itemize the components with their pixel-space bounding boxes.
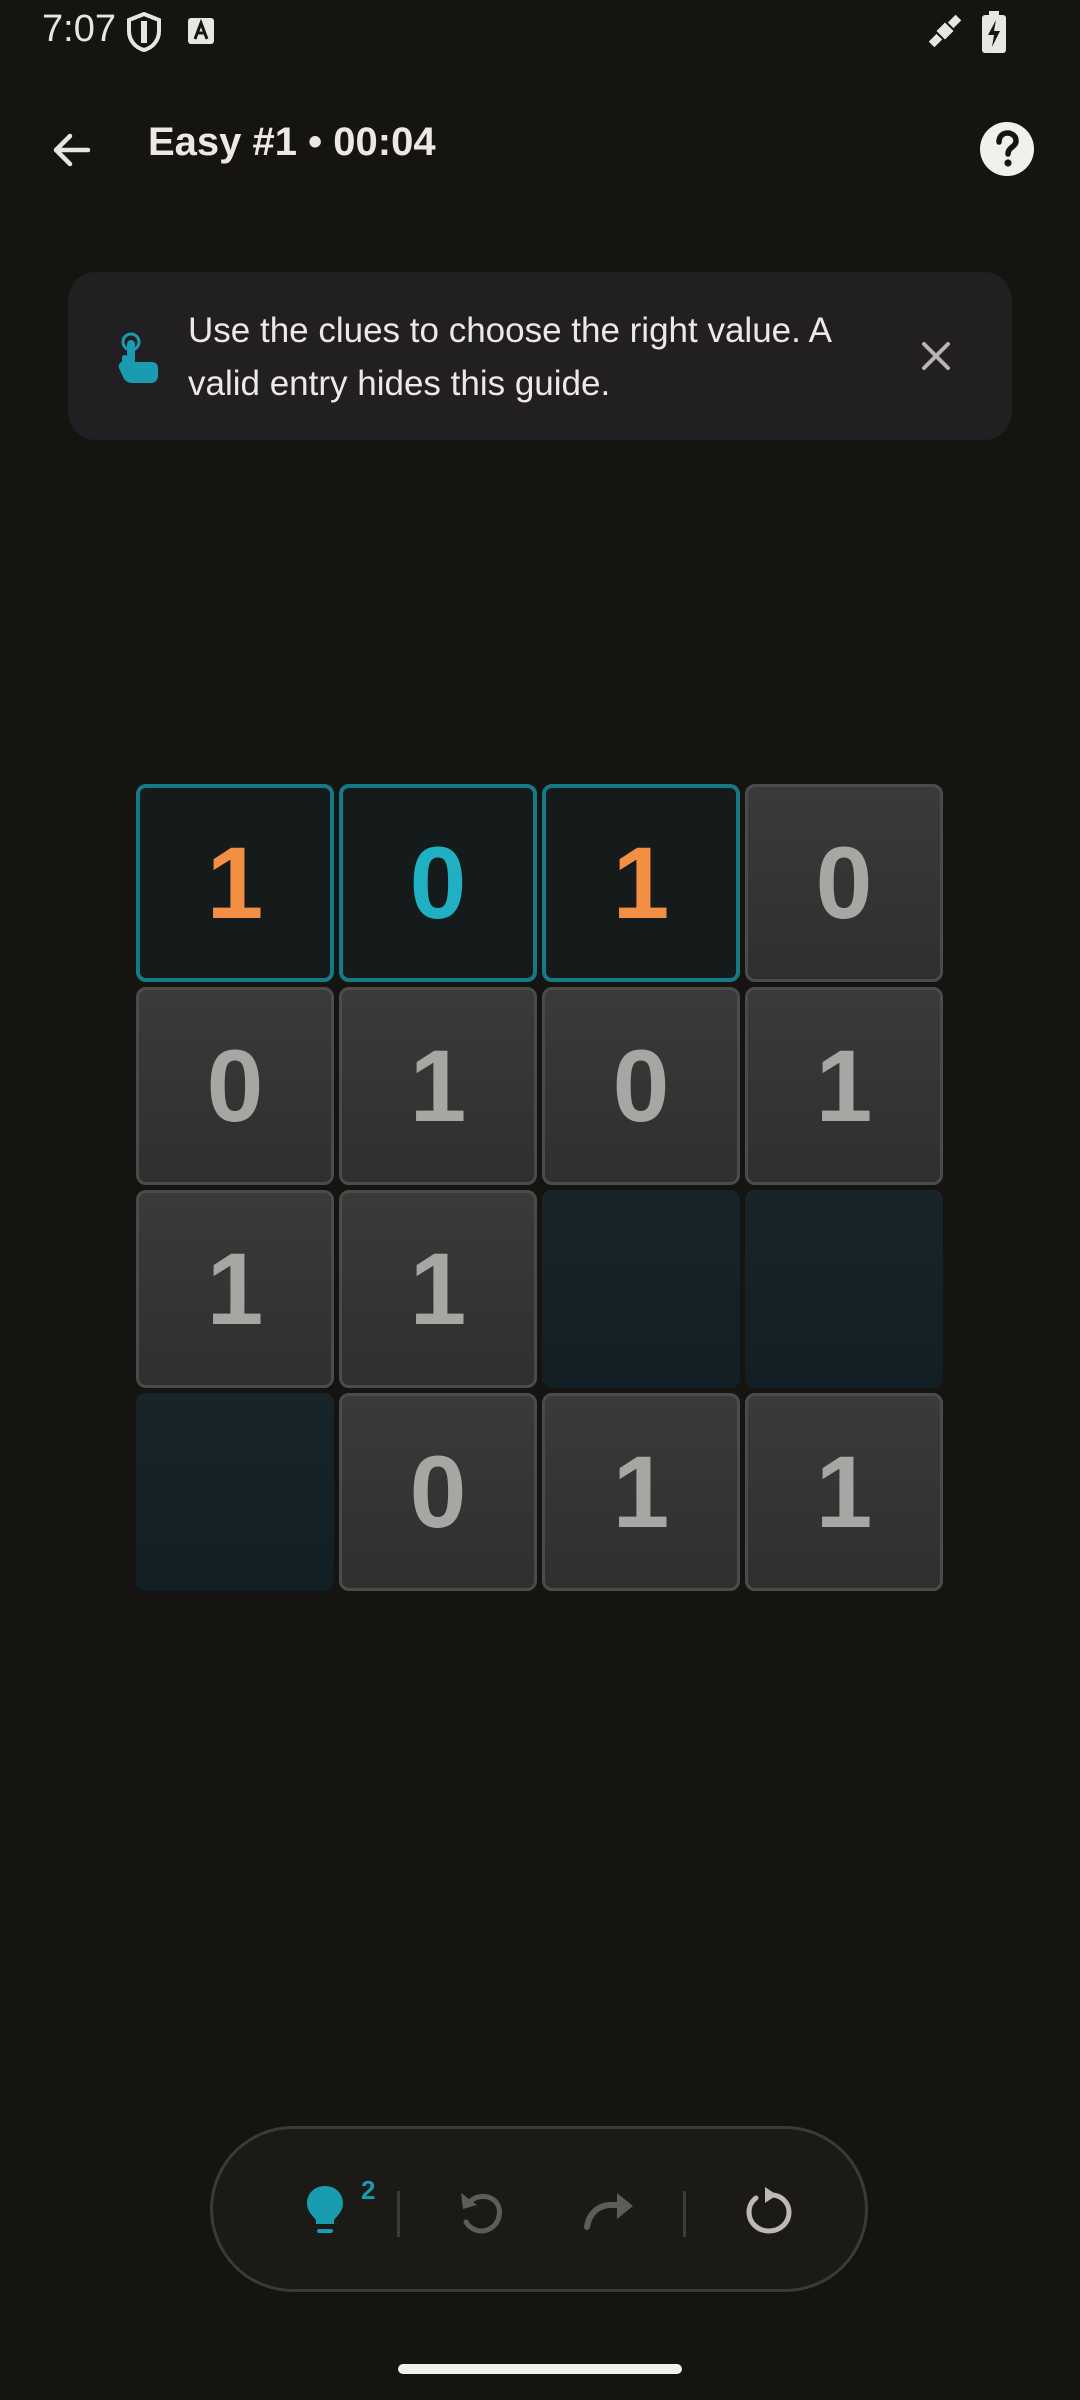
- board-cell[interactable]: 1: [339, 987, 537, 1185]
- board-cell[interactable]: [542, 1190, 740, 1388]
- board-cell[interactable]: [745, 1190, 943, 1388]
- close-icon[interactable]: [908, 328, 964, 384]
- redo-icon: [584, 2193, 633, 2230]
- board-cell[interactable]: 1: [542, 1393, 740, 1591]
- board-cell[interactable]: 0: [745, 784, 943, 982]
- touch-hand-icon: [118, 332, 158, 383]
- action-toolbar: 2: [210, 2126, 868, 2292]
- arrow-back-icon: [53, 133, 91, 167]
- board-cell[interactable]: 0: [339, 1393, 537, 1591]
- lightbulb-icon: [307, 2186, 343, 2233]
- undo-button[interactable]: [445, 2175, 517, 2247]
- board-cell[interactable]: 1: [136, 1190, 334, 1388]
- restart-button[interactable]: [733, 2175, 805, 2247]
- board-cell[interactable]: 1: [745, 1393, 943, 1591]
- toolbar-divider: [683, 2191, 686, 2237]
- toolbar-divider: [397, 2191, 400, 2237]
- board-cell[interactable]: 1: [745, 987, 943, 1185]
- board-cell[interactable]: 1: [339, 1190, 537, 1388]
- puzzle-board: 1010010111011: [136, 784, 946, 1594]
- undo-icon: [461, 2193, 502, 2234]
- hint-button[interactable]: [289, 2175, 361, 2247]
- redo-button[interactable]: [573, 2175, 645, 2247]
- board-cell[interactable]: 1: [136, 784, 334, 982]
- board-cell[interactable]: 0: [136, 987, 334, 1185]
- help-icon[interactable]: [978, 120, 1036, 178]
- accessibility-a-icon: [188, 18, 214, 44]
- status-bar: 7:07: [0, 0, 1080, 64]
- satellite-icon: [928, 14, 962, 48]
- guide-text: Use the clues to choose the right value.…: [188, 311, 831, 403]
- app-bar: Easy #1 • 00:04: [0, 110, 1080, 186]
- board-cell[interactable]: 0: [542, 987, 740, 1185]
- back-button[interactable]: [40, 118, 104, 182]
- hint-count-badge: 2: [361, 2175, 376, 2205]
- shield-icon: [127, 12, 161, 52]
- status-time: 7:07: [42, 8, 116, 50]
- page-title: Easy #1 • 00:04: [148, 120, 436, 164]
- guide-card: Use the clues to choose the right value.…: [68, 272, 1012, 440]
- restart-icon: [746, 2187, 792, 2234]
- battery-charging-icon: [982, 11, 1006, 53]
- board-cell[interactable]: 1: [542, 784, 740, 982]
- home-indicator[interactable]: [398, 2364, 682, 2374]
- board-cell[interactable]: [136, 1393, 334, 1591]
- board-cell[interactable]: 0: [339, 784, 537, 982]
